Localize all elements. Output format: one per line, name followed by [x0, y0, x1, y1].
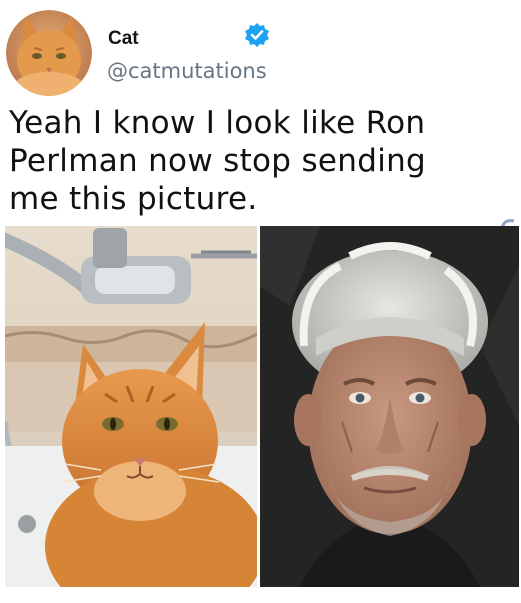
- tweet-media[interactable]: [5, 226, 519, 587]
- tweet-text-line: me this picture.: [9, 181, 258, 217]
- tweet-header: Cat @catmutations: [0, 0, 521, 100]
- man-photo[interactable]: [260, 226, 519, 587]
- handle[interactable]: @catmutations: [107, 59, 267, 83]
- corner-mark: [500, 214, 516, 229]
- tweet-text-line: Perlman now stop sending: [9, 143, 427, 179]
- avatar[interactable]: [6, 10, 92, 96]
- cat-photo[interactable]: [5, 226, 257, 587]
- tweet-text-line: Yeah I know I look like Ron: [9, 105, 426, 141]
- display-name[interactable]: Cat: [108, 28, 139, 50]
- tweet-text: Yeah I know I look like Ron Perlman now …: [9, 104, 514, 218]
- verified-badge-icon: [244, 22, 270, 48]
